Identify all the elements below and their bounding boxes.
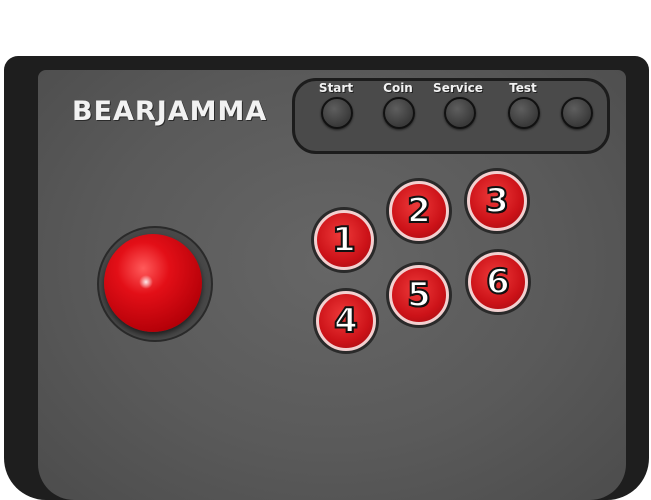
action-button-1-cap: 1 xyxy=(314,210,374,270)
action-button-3-label: 3 xyxy=(484,181,510,221)
action-button-2-cap: 2 xyxy=(389,181,449,241)
joystick-highlight xyxy=(139,275,153,289)
action-button-1-label: 1 xyxy=(331,220,357,260)
start-label: Start xyxy=(318,81,354,95)
test-label: Test xyxy=(509,81,537,95)
action-button-4[interactable]: 4 xyxy=(313,288,379,354)
test-button[interactable] xyxy=(508,97,540,129)
service-label: Service xyxy=(433,81,483,95)
action-button-3[interactable]: 3 xyxy=(464,168,530,234)
coin-label: Coin xyxy=(383,81,413,95)
brand-logo: BEARJAMMA xyxy=(72,96,268,127)
action-button-5[interactable]: 5 xyxy=(386,262,452,328)
action-button-6-label: 6 xyxy=(485,262,511,302)
unlabeled-control-button[interactable] xyxy=(561,97,593,129)
action-button-5-cap: 5 xyxy=(389,265,449,325)
arcade-controller: BEARJAMMA Start Coin Service Test 1 2 3 … xyxy=(0,0,651,500)
action-button-6[interactable]: 6 xyxy=(465,249,531,315)
action-button-5-label: 5 xyxy=(406,275,432,315)
start-button[interactable] xyxy=(321,97,353,129)
action-button-3-cap: 3 xyxy=(467,171,527,231)
action-button-2[interactable]: 2 xyxy=(386,178,452,244)
action-button-2-label: 2 xyxy=(406,191,432,231)
action-button-6-cap: 6 xyxy=(468,252,528,312)
coin-button[interactable] xyxy=(383,97,415,129)
service-button[interactable] xyxy=(444,97,476,129)
action-button-1[interactable]: 1 xyxy=(311,207,377,273)
joystick-ball-top[interactable] xyxy=(104,234,202,332)
action-button-4-label: 4 xyxy=(333,301,359,341)
action-button-4-cap: 4 xyxy=(316,291,376,351)
